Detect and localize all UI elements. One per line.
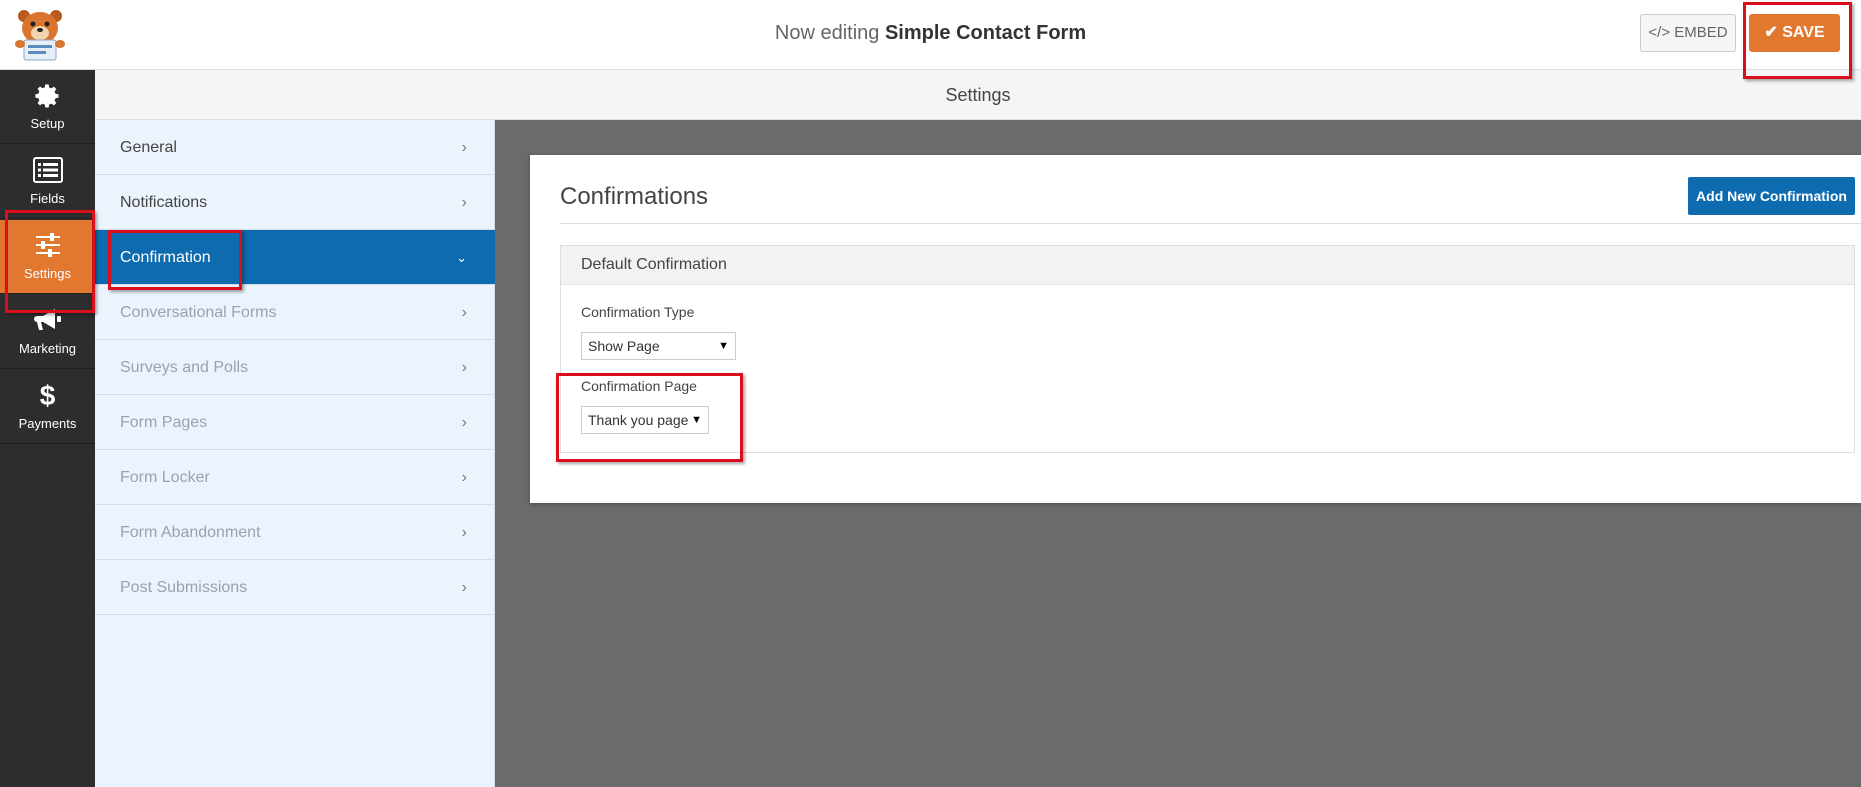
confirmation-page-label: Confirmation Page xyxy=(581,378,697,394)
sidebar-item-confirmation[interactable]: Confirmation ⌄ xyxy=(95,230,495,285)
check-icon: ✔ xyxy=(1764,24,1778,41)
sidebar-item-label: Notifications xyxy=(120,194,208,211)
confirmation-type-select[interactable]: Show Page ▼ xyxy=(581,332,736,360)
title-prefix: Now editing xyxy=(774,22,880,44)
page-title: Now editing Simple Contact Form xyxy=(0,22,1861,45)
default-confirmation-header[interactable]: Default Confirmation xyxy=(561,246,1854,285)
gear-icon xyxy=(0,82,95,110)
dollar-icon: $ xyxy=(39,380,56,411)
save-button[interactable]: ✔ SAVE xyxy=(1749,14,1840,52)
sidebar-item-conversational-forms[interactable]: Conversational Forms › xyxy=(95,285,495,340)
chevron-right-icon: › xyxy=(461,469,467,486)
builder-nav-rail: Setup Fields Settings Marketing $ Paymen… xyxy=(0,70,95,787)
chevron-right-icon: › xyxy=(461,414,467,431)
chevron-right-icon: › xyxy=(461,359,467,376)
rail-label: Settings xyxy=(24,266,71,281)
sidebar-item-label: Surveys and Polls xyxy=(120,359,249,376)
sliders-icon xyxy=(0,232,95,260)
settings-header: Settings xyxy=(95,70,1861,120)
rail-label: Payments xyxy=(18,416,77,431)
sidebar-item-label: Form Pages xyxy=(120,414,208,431)
dropdown-arrow-icon: ▼ xyxy=(718,340,729,352)
chevron-right-icon: › xyxy=(461,194,467,211)
sidebar-item-post-submissions[interactable]: Post Submissions › xyxy=(95,560,495,615)
sidebar-item-label: General xyxy=(120,139,177,156)
sidebar-item-form-pages[interactable]: Form Pages › xyxy=(95,395,495,450)
sidebar-item-label: Form Locker xyxy=(120,469,210,486)
chevron-down-icon: ⌄ xyxy=(456,250,467,265)
rail-label: Marketing xyxy=(18,341,77,356)
top-bar: Now editing Simple Contact Form </> EMBE… xyxy=(0,0,1861,70)
sidebar-item-form-abandonment[interactable]: Form Abandonment › xyxy=(95,505,495,560)
embed-button[interactable]: </> EMBED xyxy=(1640,14,1736,52)
rail-label: Fields xyxy=(30,191,65,206)
sidebar-item-label: Post Submissions xyxy=(120,579,248,596)
default-confirmation-block: Default Confirmation Confirmation Type S… xyxy=(560,245,1855,453)
divider xyxy=(560,223,1861,224)
megaphone-icon xyxy=(0,307,95,335)
sidebar-item-notifications[interactable]: Notifications › xyxy=(95,175,495,230)
rail-item-setup[interactable]: Setup xyxy=(0,70,95,144)
rail-item-payments[interactable]: $ Payments xyxy=(0,370,95,444)
chevron-right-icon: › xyxy=(461,139,467,156)
confirmation-page-select[interactable]: Thank you page ▼ xyxy=(581,406,709,434)
sidebar-item-label: Form Abandonment xyxy=(120,524,261,541)
select-value: Thank you page xyxy=(588,412,689,428)
save-label: SAVE xyxy=(1782,24,1825,41)
select-value: Show Page xyxy=(588,338,660,354)
rail-item-marketing[interactable]: Marketing xyxy=(0,295,95,369)
confirmations-panel: Confirmations Add New Confirmation Defau… xyxy=(530,155,1861,503)
chevron-right-icon: › xyxy=(461,304,467,321)
settings-sidebar: General › Notifications › Confirmation ⌄… xyxy=(95,120,495,787)
sidebar-item-surveys-polls[interactable]: Surveys and Polls › xyxy=(95,340,495,395)
add-new-confirmation-button[interactable]: Add New Confirmation xyxy=(1688,177,1855,215)
dropdown-arrow-icon: ▼ xyxy=(691,414,702,426)
rail-label: Setup xyxy=(30,116,65,131)
sidebar-item-general[interactable]: General › xyxy=(95,120,495,175)
list-icon xyxy=(0,157,95,185)
panel-title: Confirmations xyxy=(560,183,709,210)
rail-item-fields[interactable]: Fields xyxy=(0,145,95,219)
confirmation-type-label: Confirmation Type xyxy=(581,304,695,320)
form-name: Simple Contact Form xyxy=(884,22,1087,44)
sidebar-item-form-locker[interactable]: Form Locker › xyxy=(95,450,495,505)
sidebar-item-label: Conversational Forms xyxy=(120,304,277,321)
chevron-right-icon: › xyxy=(461,579,467,596)
chevron-right-icon: › xyxy=(461,524,467,541)
rail-item-settings[interactable]: Settings xyxy=(0,220,95,294)
sidebar-item-label: Confirmation xyxy=(120,249,211,266)
